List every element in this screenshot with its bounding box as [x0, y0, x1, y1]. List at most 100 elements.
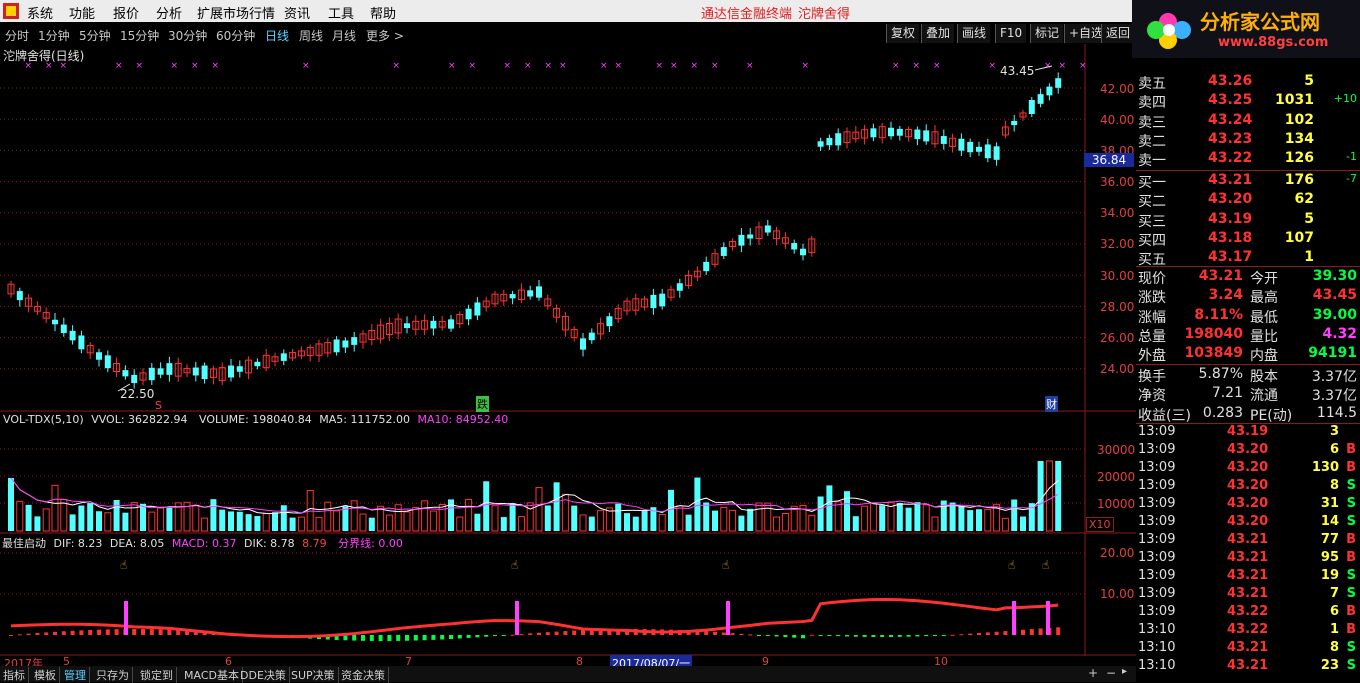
menu-info[interactable]: 资讯 — [284, 3, 310, 22]
period-15min[interactable]: 15分钟 — [120, 27, 159, 44]
back-button[interactable]: 返回 — [1101, 24, 1135, 43]
zoom-in-button[interactable]: + — [1088, 666, 1098, 680]
buy-volume: 107 — [1284, 229, 1314, 246]
period-30min[interactable]: 30分钟 — [168, 27, 207, 44]
sell-change: +10 — [1333, 92, 1357, 106]
sell-row[interactable]: 卖三 43.24 102 — [1136, 112, 1360, 131]
volume-bar — [272, 512, 278, 531]
overlay-button[interactable]: 叠加 — [921, 24, 955, 43]
candle-body — [430, 320, 437, 329]
period-5min[interactable]: 5分钟 — [79, 27, 111, 44]
period-1min[interactable]: 1分钟 — [38, 27, 70, 44]
volume-bar — [869, 503, 877, 532]
sell-row[interactable]: 卖四 43.25 1031 +10 — [1136, 92, 1360, 111]
volume-bar — [588, 516, 595, 531]
scroll-right-icon[interactable]: ▸ — [1122, 666, 1127, 677]
volume-bar — [641, 511, 648, 531]
menu-quote[interactable]: 报价 — [113, 3, 139, 22]
volume-bar — [958, 506, 965, 531]
candle-body — [984, 144, 991, 159]
f10-button[interactable]: F10 — [995, 24, 1027, 43]
period-timeshare[interactable]: 分时 — [5, 27, 29, 44]
tick-row[interactable]: 13:09 43.21 77 B — [1136, 532, 1360, 550]
tab-manage[interactable]: 管理 — [61, 667, 90, 683]
volume-bar — [113, 500, 120, 531]
sell-volume: 126 — [1284, 150, 1314, 167]
fuquan-button[interactable]: 复权 — [886, 24, 920, 43]
menu-help[interactable]: 帮助 — [370, 3, 396, 22]
volume-bar — [976, 509, 982, 531]
tick-row[interactable]: 13:09 43.19 3 — [1136, 424, 1360, 442]
sell-row[interactable]: 卖五 43.26 5 — [1136, 73, 1360, 92]
tab-lock-to[interactable]: 锁定到 — [137, 667, 177, 683]
macd-bar — [114, 629, 119, 635]
buy-price: 43.19 — [1208, 210, 1253, 227]
fundamental-label: 换手 — [1138, 369, 1166, 385]
period-daily[interactable]: 日线 — [265, 27, 289, 44]
sell-row[interactable]: 卖二 43.23 134 — [1136, 131, 1360, 150]
macd-bar — [457, 635, 462, 639]
sell-row[interactable]: 卖一 43.22 126 -1 — [1136, 150, 1360, 169]
tick-row[interactable]: 13:09 43.21 95 B — [1136, 550, 1360, 568]
period-monthly[interactable]: 月线 — [332, 27, 356, 44]
tick-row[interactable]: 13:09 43.20 8 S — [1136, 478, 1360, 496]
volume-bar — [297, 516, 305, 532]
macd-bar — [475, 635, 480, 638]
tick-row[interactable]: 13:10 43.21 8 S — [1136, 640, 1360, 658]
tick-side: B — [1346, 622, 1356, 637]
period-weekly[interactable]: 周线 — [299, 27, 323, 44]
volume-bar — [465, 498, 473, 532]
tab-template[interactable]: 模板 — [31, 667, 60, 683]
buy-row[interactable]: 买二 43.20 62 — [1136, 191, 1360, 210]
stat-value: 4.32 — [1322, 325, 1357, 342]
kline-chart-area[interactable]: ☝ ☝ ☝ ☝ ☝× × × × × × × × × × × × × × × × × × × × × × × × × × × × × × × — [0, 44, 1136, 656]
tick-time: 13:10 — [1138, 658, 1176, 673]
tab-sup-decision[interactable]: SUP决策 — [288, 667, 339, 683]
candle-body — [606, 316, 613, 327]
tick-side: S — [1346, 496, 1356, 511]
draw-line-button[interactable]: 画线 — [957, 24, 991, 43]
tab-dde-decision[interactable]: DDE决策 — [237, 667, 290, 683]
candle-body — [870, 128, 877, 138]
menu-extended-market[interactable]: 扩展市场行情 — [197, 3, 275, 22]
tab-macd-basic[interactable]: MACD基本 — [181, 667, 243, 683]
zoom-out-button[interactable]: − — [1106, 666, 1116, 680]
period-60min[interactable]: 60分钟 — [216, 27, 255, 44]
x-mark: × — [802, 61, 810, 71]
menu-analysis[interactable]: 分析 — [156, 3, 182, 22]
tick-row[interactable]: 13:09 43.20 130 B — [1136, 460, 1360, 478]
tick-row[interactable]: 13:09 43.20 14 S — [1136, 514, 1360, 532]
menu-system[interactable]: 系统 — [27, 3, 53, 22]
tab-fund-decision[interactable]: 资金决策 — [338, 667, 389, 683]
period-more[interactable]: 更多 > — [366, 27, 404, 44]
menu-tools[interactable]: 工具 — [328, 3, 354, 22]
tick-row[interactable]: 13:10 43.21 23 S — [1136, 658, 1360, 676]
volume-bar — [148, 511, 156, 532]
tick-row[interactable]: 13:09 43.22 6 B — [1136, 604, 1360, 622]
candle-body — [800, 248, 806, 256]
macd-bar — [959, 634, 964, 636]
tick-row[interactable]: 13:09 43.20 6 B — [1136, 442, 1360, 460]
app-icon[interactable] — [0, 0, 22, 22]
menu-function[interactable]: 功能 — [69, 3, 95, 22]
tick-volume: 8 — [1329, 478, 1339, 493]
buy-row[interactable]: 买四 43.18 107 — [1136, 230, 1360, 249]
sell-volume: 5 — [1304, 73, 1314, 89]
macd-bar — [413, 635, 418, 641]
tab-indicator[interactable]: 指标 — [0, 667, 29, 683]
buy-row[interactable]: 买三 43.19 5 — [1136, 211, 1360, 230]
tick-volume: 77 — [1320, 532, 1339, 547]
mark-button[interactable]: 标记 — [1030, 24, 1064, 43]
tick-row[interactable]: 13:09 43.21 7 S — [1136, 586, 1360, 604]
macd-bar — [44, 632, 49, 635]
tick-time: 13:09 — [1138, 604, 1176, 619]
tick-row[interactable]: 13:10 43.22 1 B — [1136, 622, 1360, 640]
tick-row[interactable]: 13:09 43.21 19 S — [1136, 568, 1360, 586]
high-price-label: 43.45 — [1000, 64, 1035, 78]
tick-price: 43.21 — [1227, 568, 1269, 583]
buy-row[interactable]: 买一 43.21 176 -7 — [1136, 172, 1360, 191]
volume-bar — [624, 513, 630, 531]
sell-price: 43.22 — [1208, 150, 1253, 167]
tick-row[interactable]: 13:09 43.20 31 S — [1136, 496, 1360, 514]
tab-save-as[interactable]: 只存为 — [93, 667, 133, 683]
